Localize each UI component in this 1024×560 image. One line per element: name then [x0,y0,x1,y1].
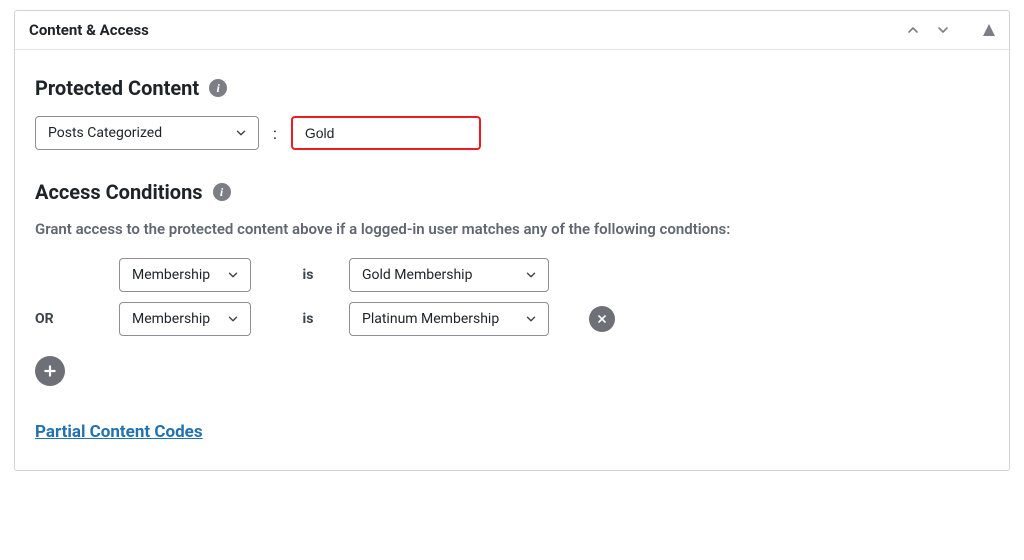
protected-content-heading: Protected Content i [35,76,989,100]
condition-value-text: Platinum Membership [362,311,499,327]
access-conditions-section: Access Conditions i Grant access to the … [35,180,989,386]
info-icon[interactable]: i [213,183,231,201]
chevron-down-icon [524,268,538,282]
info-icon[interactable]: i [209,79,227,97]
content-type-select[interactable]: Posts Categorized [35,116,259,150]
conditions-grid: Membership is Gold Membership [35,258,989,336]
access-conditions-heading-text: Access Conditions [35,180,203,204]
partial-content-codes-link[interactable]: Partial Content Codes [35,422,203,442]
chevron-down-icon [226,268,240,282]
chevron-down-icon [226,312,240,326]
add-condition-button[interactable] [35,356,65,386]
metabox-title: Content & Access [29,21,905,39]
metabox-header-controls [905,22,995,38]
move-down-icon[interactable] [935,22,951,38]
content-value-input[interactable] [291,116,481,150]
protected-content-heading-text: Protected Content [35,76,199,100]
chevron-down-icon [524,312,538,326]
content-access-metabox: Content & Access Protected Content i [14,10,1010,471]
remove-condition-button[interactable] [589,306,615,332]
access-conditions-heading: Access Conditions i [35,180,989,204]
collapse-toggle-icon[interactable] [983,24,995,36]
condition-value-text: Gold Membership [362,267,472,283]
metabox-body: Protected Content i Posts Categorized : … [15,50,1009,470]
close-icon [596,313,608,325]
condition-attribute-select[interactable]: Membership [119,302,251,336]
condition-attribute-select[interactable]: Membership [119,258,251,292]
condition-attribute-value: Membership [132,267,210,283]
metabox-header: Content & Access [15,11,1009,50]
condition-attribute-value: Membership [132,311,210,327]
condition-or-label: OR [35,311,119,327]
plus-icon [42,363,58,379]
colon-separator: : [273,124,277,143]
access-conditions-description: Grant access to the protected content ab… [35,220,989,238]
protected-content-row: Posts Categorized : [35,116,989,150]
condition-is-label: is [267,311,349,327]
condition-is-label: is [267,267,349,283]
chevron-down-icon [234,126,248,140]
add-condition-row [35,356,989,386]
move-up-icon[interactable] [905,22,921,38]
condition-remove-cell [559,306,989,332]
condition-value-select[interactable]: Platinum Membership [349,302,549,336]
content-type-select-value: Posts Categorized [48,125,162,141]
condition-value-select[interactable]: Gold Membership [349,258,549,292]
partial-content-codes-row: Partial Content Codes [35,422,989,442]
